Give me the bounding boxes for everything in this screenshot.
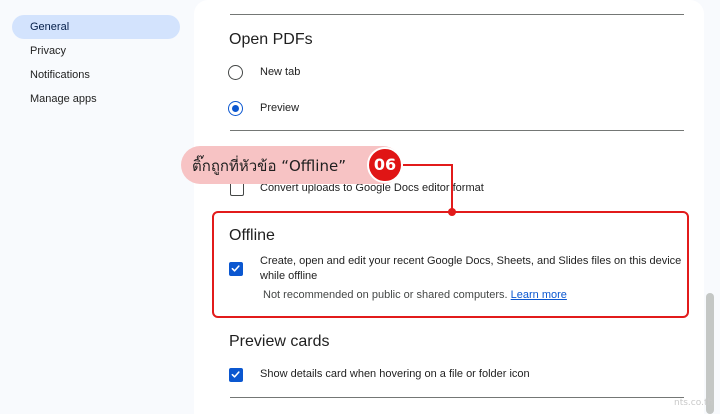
preview-cards-checkbox[interactable] xyxy=(229,368,243,382)
radio-preview[interactable] xyxy=(228,101,243,116)
settings-sidebar: General Privacy Notifications Manage app… xyxy=(0,0,192,414)
watermark: nts.co.th xyxy=(674,398,714,408)
sidebar-item-privacy[interactable]: Privacy xyxy=(12,39,180,63)
sidebar-item-manage-apps[interactable]: Manage apps xyxy=(12,87,180,111)
radio-preview-label[interactable]: Preview xyxy=(260,102,299,114)
radio-new-tab-label[interactable]: New tab xyxy=(260,66,300,78)
sidebar-item-general[interactable]: General xyxy=(12,15,180,39)
offline-description-line2[interactable]: while offline xyxy=(260,270,317,282)
annotation-connector-vertical xyxy=(451,164,453,211)
preview-cards-label[interactable]: Show details card when hovering on a fil… xyxy=(260,368,530,380)
sidebar-item-notifications[interactable]: Notifications xyxy=(12,63,180,87)
checkmark-icon xyxy=(231,371,240,378)
divider-bottom xyxy=(230,397,684,398)
annotation-connector-dot xyxy=(448,208,456,216)
annotation-text: ติ๊กถูกที่หัวข้อ “Offline” xyxy=(192,157,346,175)
scrollbar-thumb[interactable] xyxy=(706,293,714,414)
radio-new-tab[interactable] xyxy=(228,65,243,80)
preview-cards-title: Preview cards xyxy=(229,333,330,350)
divider-open-pdfs xyxy=(230,130,684,131)
settings-panel xyxy=(194,0,704,414)
offline-description-line1[interactable]: Create, open and edit your recent Google… xyxy=(260,255,681,267)
offline-title: Offline xyxy=(229,227,275,244)
offline-checkbox[interactable] xyxy=(229,262,243,276)
step-number-badge: 06 xyxy=(367,147,403,183)
checkmark-icon xyxy=(231,265,240,272)
learn-more-link[interactable]: Learn more xyxy=(511,289,567,301)
offline-note: Not recommended on public or shared comp… xyxy=(263,289,567,301)
offline-note-text: Not recommended on public or shared comp… xyxy=(263,289,508,301)
annotation-connector-horizontal xyxy=(403,164,453,166)
open-pdfs-title: Open PDFs xyxy=(229,31,313,48)
divider-top xyxy=(230,14,684,15)
convert-uploads-checkbox[interactable] xyxy=(230,182,244,196)
